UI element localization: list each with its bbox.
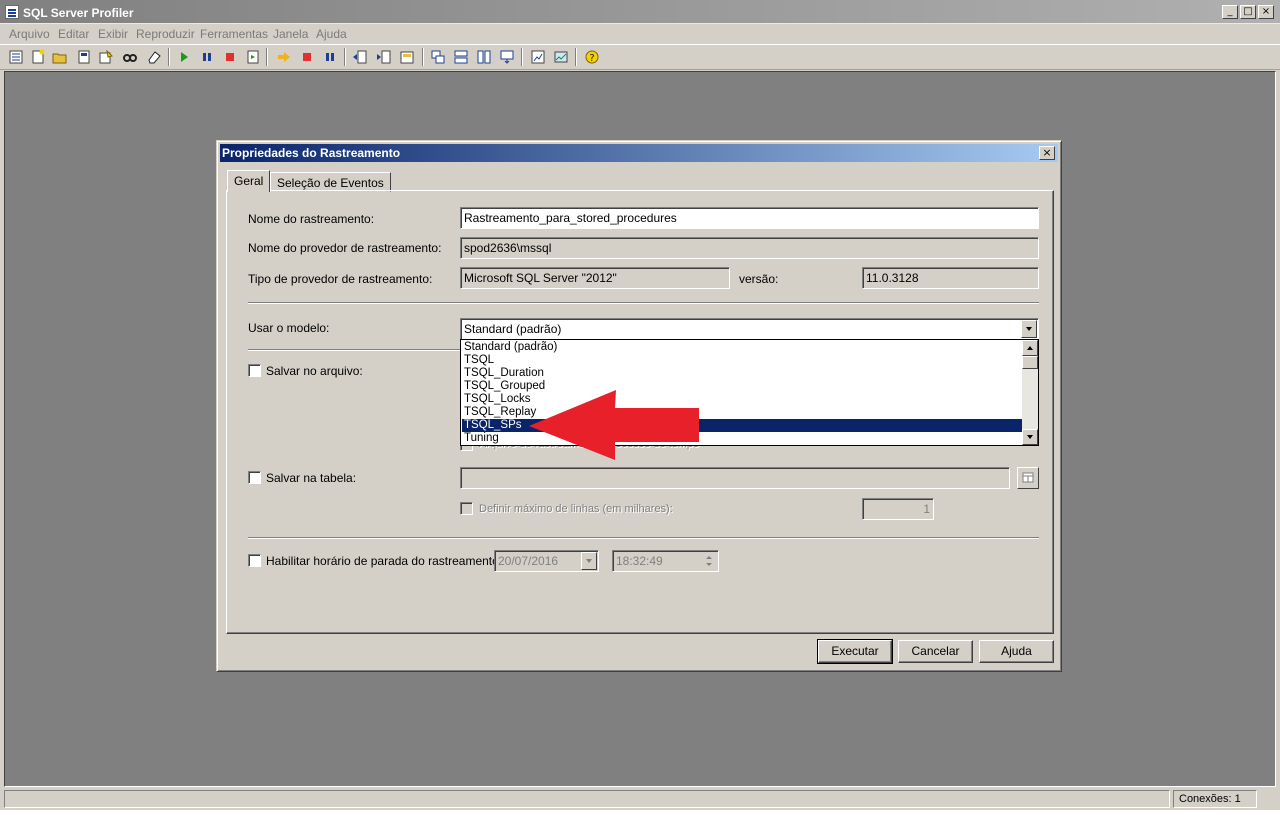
provider-name-label: Nome do provedor de rastreamento: — [248, 241, 442, 255]
properties-edit-icon[interactable] — [98, 49, 114, 65]
template-label: Usar o modelo: — [248, 321, 330, 335]
toolbar-separator — [344, 48, 346, 66]
tile-horizontal-icon[interactable] — [453, 49, 469, 65]
menu-reproduzir[interactable]: Reproduzir — [136, 27, 195, 41]
tab-selecao-eventos[interactable]: Seleção de Eventos — [270, 172, 391, 192]
trace-name-input[interactable]: Rastreamento_para_stored_procedures — [460, 207, 1039, 229]
template-combobox[interactable]: Standard (padrão) — [460, 318, 1039, 340]
status-bar: Conexões: 1 — [0, 788, 1280, 810]
open-icon[interactable] — [52, 49, 68, 65]
stop-icon[interactable] — [222, 49, 238, 65]
dialog-close-button[interactable]: × — [1039, 146, 1055, 160]
minimize-button[interactable]: _ — [1222, 5, 1238, 19]
separator — [248, 537, 1039, 539]
app-title: SQL Server Profiler — [23, 6, 134, 20]
toolbar: ? — [0, 44, 1280, 70]
tile-vertical-icon[interactable] — [476, 49, 492, 65]
max-rows-field[interactable]: 1 — [862, 498, 934, 520]
max-rows-label: Definir máximo de linhas (em milhares): — [479, 503, 673, 515]
dialog-title: Propriedades do Rastreamento — [222, 146, 401, 160]
properties-icon[interactable] — [8, 49, 24, 65]
provider-type-field: Microsoft SQL Server "2012" — [460, 267, 730, 289]
stop-date-dropdown-button[interactable] — [581, 552, 597, 570]
save-to-file-checkbox[interactable] — [248, 364, 261, 377]
toolbar-separator — [266, 48, 268, 66]
pause-icon[interactable] — [199, 49, 215, 65]
svg-text:?: ? — [589, 53, 594, 64]
new-trace-icon[interactable] — [30, 49, 46, 65]
tab-geral[interactable]: Geral — [227, 170, 271, 192]
toggle-breakpoint-icon[interactable] — [352, 49, 368, 65]
find-icon[interactable] — [122, 49, 138, 65]
cancel-button[interactable]: Cancelar — [898, 640, 973, 663]
help-button[interactable]: Ajuda — [979, 640, 1054, 663]
toolbar-separator — [521, 48, 523, 66]
save-to-table-checkbox[interactable] — [248, 471, 261, 484]
scroll-thumb[interactable] — [1022, 356, 1038, 369]
template-option[interactable]: TSQL_Duration — [462, 367, 1023, 380]
provider-name-field: spod2636\mssql — [460, 237, 1039, 259]
version-label: versão: — [739, 272, 779, 286]
menu-ajuda[interactable]: Ajuda — [316, 27, 347, 41]
step-icon[interactable] — [245, 49, 261, 65]
menu-arquivo[interactable]: Arquivo — [9, 27, 50, 41]
separator — [248, 302, 1039, 304]
maximize-button[interactable]: □ — [1240, 5, 1256, 19]
pause-replay-icon[interactable] — [322, 49, 338, 65]
perfmon-icon[interactable] — [553, 49, 569, 65]
dialog-titlebar: Propriedades do Rastreamento × — [220, 144, 1058, 162]
max-rows-checkbox[interactable] — [460, 502, 473, 515]
toolbar-separator — [575, 48, 577, 66]
profiler-app-icon — [5, 5, 19, 19]
scroll-up-icon[interactable] — [1022, 340, 1038, 356]
provider-type-label: Tipo de provedor de rastreamento: — [248, 272, 433, 286]
version-field: 11.0.3128 — [862, 267, 1039, 289]
scroll-down-icon[interactable] — [1022, 429, 1038, 445]
menu-bar: Arquivo Editar Exibir Reproduzir Ferrame… — [0, 24, 1280, 44]
stop-time-spinner[interactable] — [701, 552, 717, 570]
connections-status: Conexões: 1 — [1173, 790, 1257, 808]
next-breakpoint-icon[interactable] — [376, 49, 392, 65]
window-controls: _ □ × — [1222, 5, 1274, 19]
table-icon — [1022, 472, 1034, 483]
trace-name-label: Nome do rastreamento: — [248, 212, 375, 226]
menu-exibir[interactable]: Exibir — [98, 27, 128, 41]
template-option[interactable]: Standard (padrão) — [462, 341, 1023, 354]
separator — [248, 349, 460, 351]
stop-replay-icon[interactable] — [299, 49, 315, 65]
close-button[interactable]: × — [1258, 5, 1274, 19]
stop-time-checkbox[interactable] — [248, 554, 261, 567]
save-icon[interactable] — [76, 49, 92, 65]
menu-janela[interactable]: Janela — [273, 27, 308, 41]
table-browse-button[interactable] — [1017, 467, 1039, 489]
start-icon[interactable] — [176, 49, 192, 65]
taskbar-edge — [0, 810, 1280, 815]
dropdown-scrollbar[interactable] — [1022, 340, 1038, 445]
spinner-arrows-icon — [706, 556, 712, 566]
stop-time-label: Habilitar horário de parada do rastreame… — [266, 554, 503, 568]
clear-icon[interactable] — [146, 49, 162, 65]
app-titlebar: SQL Server Profiler _ □ × — [0, 0, 1280, 24]
template-icon[interactable] — [399, 49, 415, 65]
tuning-advisor-icon[interactable] — [530, 49, 546, 65]
help-icon[interactable]: ? — [584, 49, 600, 65]
table-destination-field — [460, 467, 1010, 489]
menu-editar[interactable]: Editar — [58, 27, 89, 41]
template-dropdown-button[interactable] — [1021, 320, 1037, 338]
save-to-file-label: Salvar no arquivo: — [266, 364, 363, 378]
toolbar-separator — [422, 48, 424, 66]
run-button[interactable]: Executar — [817, 639, 893, 664]
status-main-panel — [4, 790, 1170, 808]
cascade-icon[interactable] — [430, 49, 446, 65]
save-to-table-label: Salvar na tabela: — [266, 471, 357, 485]
arrange-icon[interactable] — [499, 49, 515, 65]
annotation-arrow-icon — [529, 390, 699, 460]
template-option[interactable]: TSQL — [462, 354, 1023, 367]
toolbar-separator — [168, 48, 170, 66]
menu-ferramentas[interactable]: Ferramentas — [200, 27, 268, 41]
run-to-cursor-icon[interactable] — [276, 49, 292, 65]
